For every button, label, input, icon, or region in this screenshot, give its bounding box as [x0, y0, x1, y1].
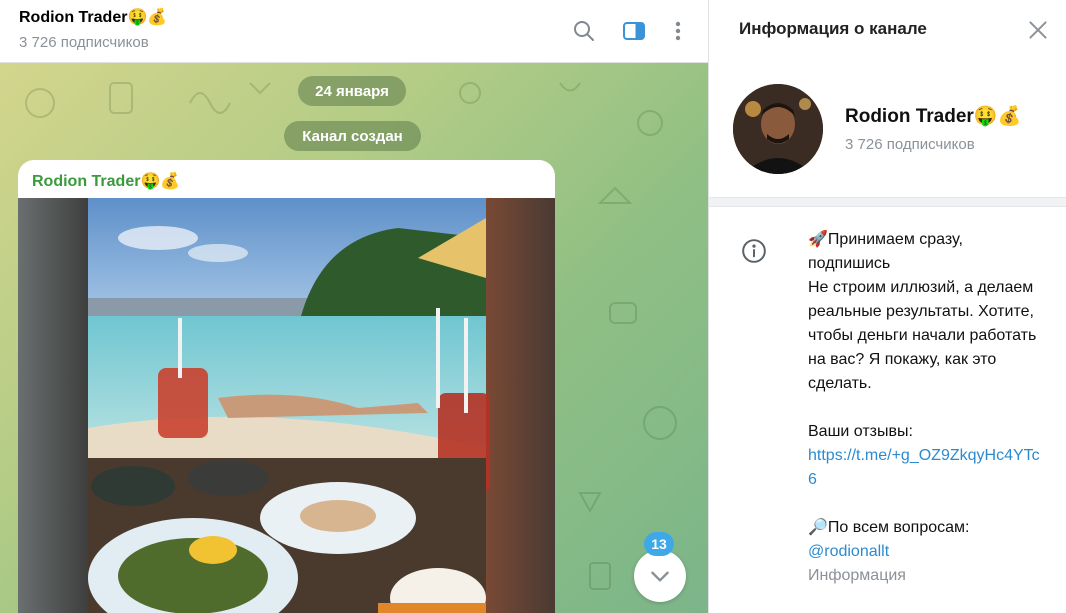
post-photo[interactable]	[18, 198, 555, 613]
reviews-label: Ваши отзывы:	[808, 423, 913, 440]
contact-link[interactable]: @rodionallt	[808, 543, 889, 560]
description-caption: Информация	[808, 567, 906, 584]
date-pill: 24 января	[298, 76, 406, 106]
channel-info-panel: Информация о канале Rodion Trader🤑💰 3 72…	[708, 0, 1066, 613]
more-button[interactable]	[664, 17, 692, 45]
service-message: Канал создан	[284, 121, 421, 151]
chat-title[interactable]: Rodion Trader🤑💰	[19, 7, 167, 27]
unread-count-badge: 13	[644, 532, 674, 556]
panel-header: Информация о канале	[709, 0, 1066, 60]
close-button[interactable]	[1025, 17, 1051, 43]
sidebar-toggle-icon	[623, 22, 645, 40]
info-icon	[742, 239, 766, 263]
reviews-link[interactable]: https://t.me/+g_OZ9ZkqyHc4YTc6	[808, 447, 1040, 488]
section-divider	[709, 197, 1066, 207]
chat-subscribers: 3 726 подписчиков	[19, 34, 149, 51]
search-button[interactable]	[570, 17, 598, 45]
channel-name: Rodion Trader🤑💰	[845, 106, 1022, 127]
channel-post[interactable]: Rodion Trader🤑💰	[18, 160, 555, 613]
channel-subscribers: 3 726 подписчиков	[845, 136, 975, 153]
channel-avatar[interactable]	[733, 84, 823, 174]
panel-title: Информация о канале	[739, 19, 927, 38]
chevron-down-icon	[651, 571, 669, 582]
questions-label: 🔎По всем вопросам:	[808, 519, 970, 536]
close-icon	[1029, 21, 1047, 39]
channel-description: 🚀Принимаем сразу, подпишись Не строим ил…	[808, 228, 1048, 588]
more-vertical-icon	[675, 21, 681, 41]
chat-area: Rodion Trader🤑💰 3 726 подписчиков 24 янв…	[0, 0, 708, 613]
post-author[interactable]: Rodion Trader🤑💰	[32, 171, 180, 191]
description-line-1: 🚀Принимаем сразу, подпишись	[808, 231, 963, 272]
chat-header[interactable]: Rodion Trader🤑💰 3 726 подписчиков	[0, 0, 708, 63]
search-icon	[574, 21, 594, 41]
scroll-down-button[interactable]	[634, 550, 686, 602]
description-line-2: Не строим иллюзий, а делаем реальные рез…	[808, 279, 1037, 392]
sidebar-toggle-button[interactable]	[620, 17, 648, 45]
